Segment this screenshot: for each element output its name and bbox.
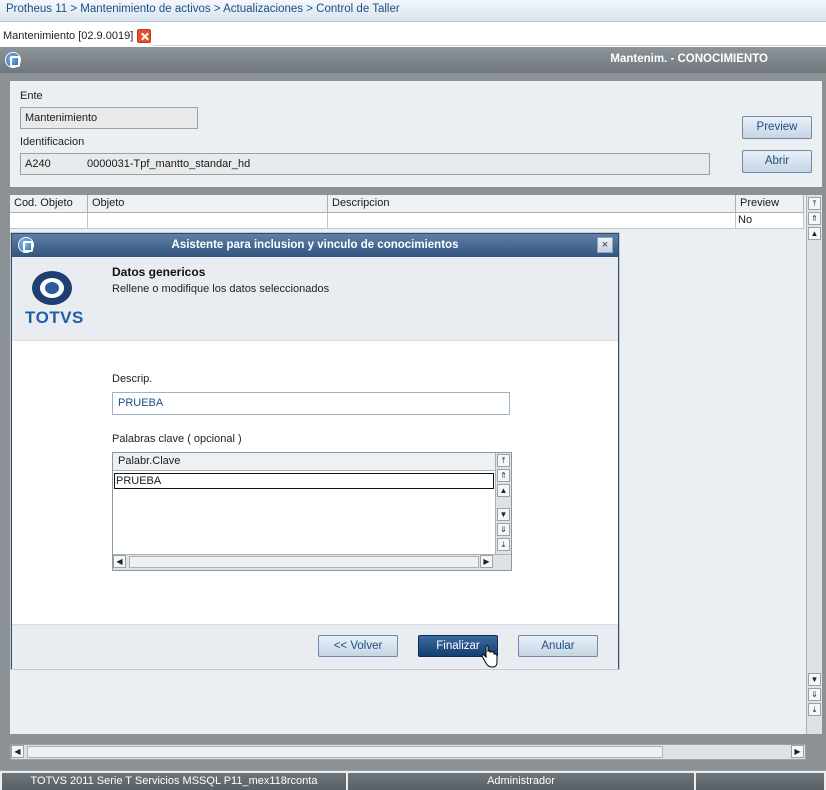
close-icon[interactable]: × xyxy=(597,237,613,253)
scroll-up-icon[interactable]: ▲ xyxy=(808,227,821,240)
tab-strip: Mantenimiento [02.9.0019] xyxy=(0,22,826,46)
main-window-titlebar: Mantenim. - CONOCIMIENTO xyxy=(0,47,826,73)
cancel-button[interactable]: Anular xyxy=(518,635,598,657)
scroll-page-up-icon[interactable]: ⇑ xyxy=(497,469,510,482)
section-subtitle: Rellene o modifique los datos selecciona… xyxy=(112,283,330,295)
cell-objeto xyxy=(88,213,328,229)
dialog-title: Asistente para inclusion y vinculo de co… xyxy=(171,239,459,251)
status-empty xyxy=(696,773,824,790)
list-item[interactable]: PRUEBA xyxy=(114,473,494,489)
breadcrumb: Protheus 11 > Mantenimiento de activos >… xyxy=(0,0,826,22)
scroll-page-down-icon[interactable]: ⇓ xyxy=(497,523,510,536)
section-title: Datos genericos xyxy=(112,265,206,279)
descrip-input[interactable]: PRUEBA xyxy=(112,392,510,415)
cell-cod-objeto xyxy=(10,213,88,229)
totvs-logo-icon xyxy=(32,271,72,305)
scroll-down-icon[interactable]: ▼ xyxy=(497,508,510,521)
identificacion-value: 0000031-Tpf_mantto_standar_hd xyxy=(87,158,251,170)
scroll-page-up-icon[interactable]: ⇑ xyxy=(808,212,821,225)
protheus-logo-icon xyxy=(5,52,21,68)
identificacion-label: Identificacion xyxy=(20,136,85,148)
dialog-footer: << Volver Finalizar Anular xyxy=(12,624,618,669)
dialog-banner: TOTVS Datos genericos Rellene o modifiqu… xyxy=(12,257,618,341)
cell-descripcion xyxy=(328,213,736,229)
dialog-titlebar: Asistente para inclusion y vinculo de co… xyxy=(12,234,618,257)
status-user: Administrador xyxy=(348,773,694,790)
cell-preview: No xyxy=(736,213,804,229)
horizontal-scroll-thumb[interactable] xyxy=(129,556,479,568)
grid-vertical-scrollbar[interactable]: ⤒ ⇑ ▲ ▼ ⇓ ⤓ xyxy=(806,195,822,734)
horizontal-scroll-thumb[interactable] xyxy=(27,746,663,758)
abrir-button[interactable]: Abrir xyxy=(742,150,812,173)
main-window-title: Mantenim. - CONOCIMIENTO xyxy=(610,53,768,65)
table-row[interactable]: No xyxy=(10,213,804,229)
scroll-up-icon[interactable]: ▲ xyxy=(497,484,510,497)
scroll-top-icon[interactable]: ⤒ xyxy=(808,197,821,210)
tab-mantenimiento[interactable]: Mantenimiento [02.9.0019] xyxy=(0,26,154,46)
status-bar: TOTVS 2011 Serie T Servicios MSSQL P11_m… xyxy=(0,770,826,790)
scroll-right-icon[interactable]: ▶ xyxy=(480,555,493,568)
status-system: TOTVS 2011 Serie T Servicios MSSQL P11_m… xyxy=(2,773,346,790)
scroll-page-down-icon[interactable]: ⇓ xyxy=(808,688,821,701)
back-button[interactable]: << Volver xyxy=(318,635,398,657)
descrip-label: Descrip. xyxy=(112,373,153,385)
scroll-bottom-icon[interactable]: ⤓ xyxy=(497,538,510,551)
scroll-right-icon[interactable]: ▶ xyxy=(791,745,804,758)
column-descripcion[interactable]: Descripcion xyxy=(328,195,736,213)
column-preview[interactable]: Preview xyxy=(736,195,804,213)
hand-cursor-icon xyxy=(481,645,498,668)
wizard-dialog: Asistente para inclusion y vinculo de co… xyxy=(11,233,619,669)
keywords-column-header[interactable]: Palabr.Clave xyxy=(113,453,495,471)
scroll-top-icon[interactable]: ⤒ xyxy=(497,454,510,467)
scroll-down-icon[interactable]: ▼ xyxy=(808,673,821,686)
ente-field[interactable]: Mantenimiento xyxy=(20,107,198,129)
column-cod-objeto[interactable]: Cod. Objeto xyxy=(10,195,88,213)
scroll-left-icon[interactable]: ◀ xyxy=(113,555,126,568)
keywords-label: Palabras clave ( opcional ) xyxy=(112,433,242,445)
scroll-left-icon[interactable]: ◀ xyxy=(11,745,24,758)
keywords-list[interactable]: Palabr.Clave PRUEBA ⤒ ⇑ ▲ ▼ ⇓ ⤓ ◀ ▶ xyxy=(112,452,512,571)
totvs-logo-text: TOTVS xyxy=(25,308,84,327)
identificacion-field[interactable]: A240 0000031-Tpf_mantto_standar_hd xyxy=(20,153,710,175)
header-form: Ente Mantenimiento Identificacion A240 00… xyxy=(10,81,822,187)
keywords-vertical-scrollbar[interactable]: ⤒ ⇑ ▲ ▼ ⇓ ⤓ xyxy=(495,453,511,555)
tab-label: Mantenimiento [02.9.0019] xyxy=(3,30,134,42)
column-objeto[interactable]: Objeto xyxy=(88,195,328,213)
grid-horizontal-scrollbar[interactable]: ◀ ▶ xyxy=(10,744,806,760)
tab-close-icon[interactable] xyxy=(137,29,152,43)
ente-label: Ente xyxy=(20,90,43,102)
identificacion-code: A240 xyxy=(25,158,51,170)
preview-button[interactable]: Preview xyxy=(742,116,812,139)
keywords-horizontal-scrollbar[interactable]: ◀ ▶ xyxy=(113,554,511,570)
grid-header: Cod. Objeto Objeto Descripcion Preview xyxy=(10,195,804,213)
scroll-bottom-icon[interactable]: ⤓ xyxy=(808,703,821,716)
